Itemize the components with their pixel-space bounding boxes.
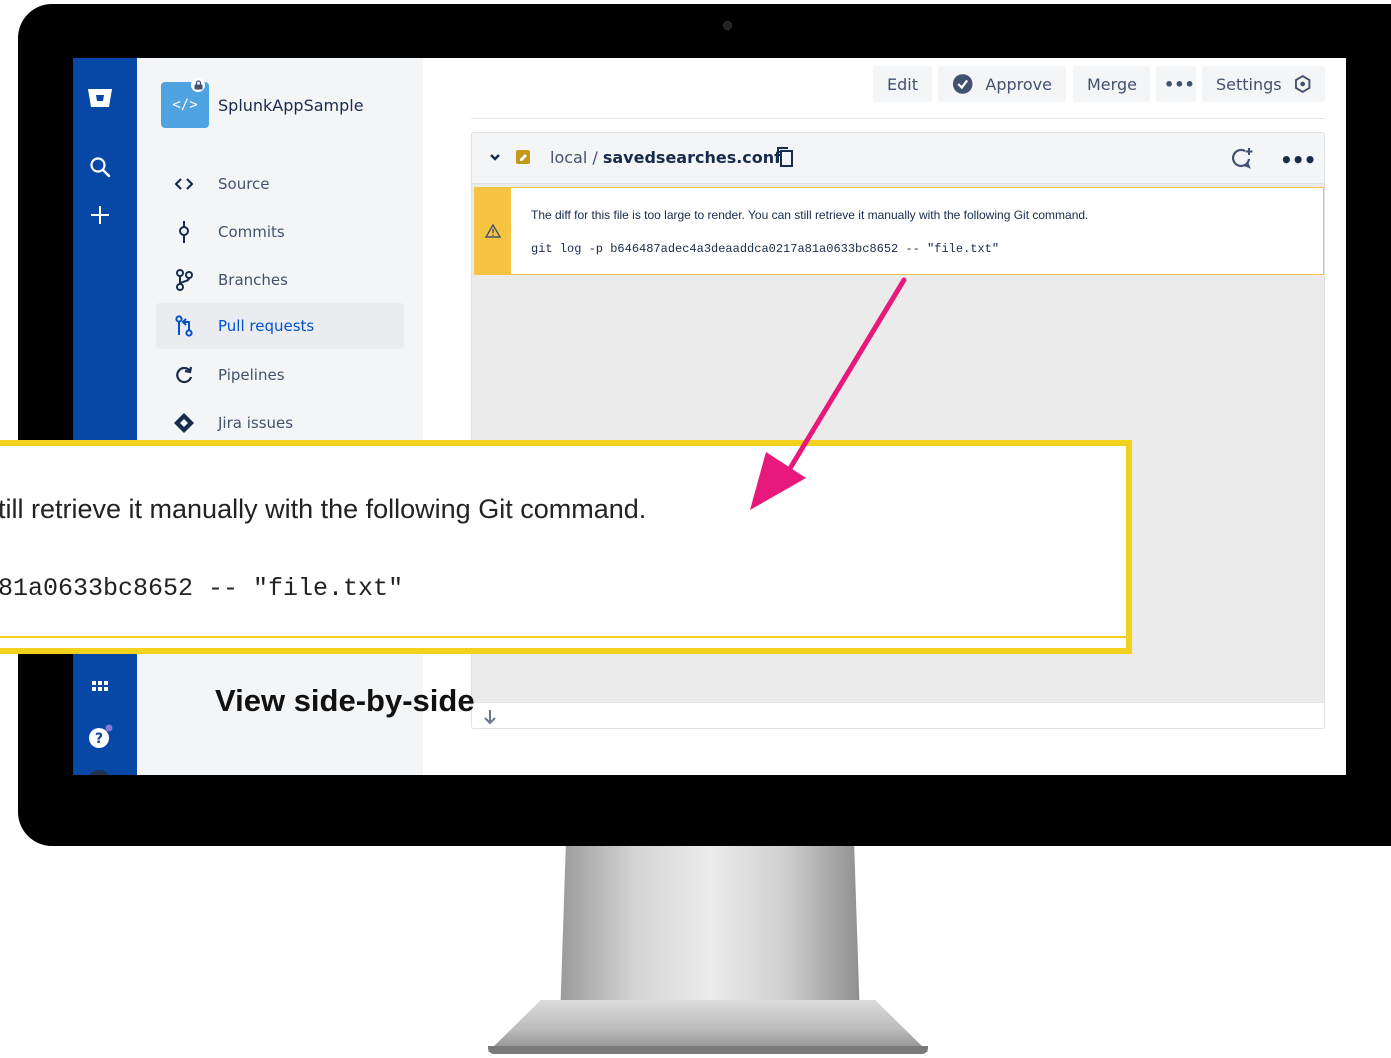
main-content: Edit Approve Merge ••• Settings local / … [423,58,1346,775]
large-diff-warning: The diff for this file is too large to r… [474,187,1324,275]
create-plus-icon[interactable] [85,200,115,230]
sidebar-item-label: Commits [218,223,285,241]
bitbucket-logo-icon[interactable] [87,88,113,108]
edit-label: Edit [887,74,918,94]
more-actions-button[interactable]: ••• [1156,66,1196,102]
project-sidebar: </> SplunkAppSample Source Commits Branc… [137,58,424,775]
gear-icon [1294,75,1310,93]
code-icon [172,172,196,196]
zoom-message: till retrieve it manually with the follo… [0,494,647,524]
help-icon[interactable]: ? [85,722,115,752]
approve-label: Approve [985,74,1052,94]
global-nav: ? [73,58,137,775]
file-footer [472,702,1324,728]
search-icon[interactable] [85,152,115,182]
check-circle-icon [952,74,973,94]
expand-arrow-icon[interactable] [482,709,498,725]
warning-bar [475,188,511,274]
file-path[interactable]: local / savedsearches.conf [550,148,781,167]
warning-icon [485,224,501,238]
zoom-callout: till retrieve it manually with the follo… [0,440,1132,654]
approve-button[interactable]: Approve [938,66,1066,102]
file-name: savedsearches.conf [602,148,782,167]
branch-icon [172,268,196,292]
file-path-separator: / [592,148,598,167]
sidebar-item-label: Source [218,175,270,193]
lock-icon [191,78,205,92]
toolbar-divider [471,118,1325,119]
more-icon: ••• [1164,74,1195,94]
settings-button[interactable]: Settings [1202,66,1325,102]
sidebar-item-label: Jira issues [218,414,294,432]
screen: ? </> SplunkAppSample Source Commits Bra… [73,58,1346,775]
repo-name[interactable]: SplunkAppSample [218,96,364,115]
sidebar-item-pull-requests[interactable]: Pull requests [156,303,404,349]
app-switcher-icon[interactable] [85,674,115,704]
jira-icon [172,411,196,435]
monitor-stand-base [488,1000,928,1052]
sidebar-item-commits[interactable]: Commits [156,209,404,255]
merge-button[interactable]: Merge [1073,66,1150,102]
zoom-command: 81a0633bc8652 -- "file.txt" [0,574,404,603]
user-avatar[interactable] [87,770,111,775]
copy-icon[interactable] [776,146,794,168]
commit-icon [172,220,196,244]
camera-icon [723,21,732,30]
svg-text:?: ? [95,731,103,747]
side-by-side-caption: View side-by-side [215,683,475,718]
sidebar-item-label: Branches [218,271,288,289]
merge-label: Merge [1087,74,1137,94]
chevron-down-icon[interactable] [488,150,502,164]
warning-message: The diff for this file is too large to r… [531,208,1089,222]
sidebar-item-branches[interactable]: Branches [156,257,404,303]
file-folder: local [550,148,588,167]
sidebar-item-source[interactable]: Source [156,161,404,207]
monitor-stand-edge [488,1046,928,1054]
pipelines-icon [172,363,196,387]
sidebar-item-label: Pull requests [218,317,315,335]
file-more-button[interactable]: ••• [1280,148,1316,172]
pull-request-icon [172,314,196,338]
git-command[interactable]: git log -p b646487adec4a3deaaddca0217a81… [531,242,999,256]
monitor-stand-neck [560,840,860,1020]
sidebar-item-pipelines[interactable]: Pipelines [156,352,404,398]
sidebar-item-label: Pipelines [218,366,285,384]
add-comment-icon[interactable] [1230,146,1254,170]
zoom-divider [0,636,1126,638]
repo-avatar-glyph: </> [172,97,198,113]
modified-file-icon [516,150,530,164]
file-header: local / savedsearches.conf ••• [472,133,1324,184]
edit-button[interactable]: Edit [873,66,932,102]
settings-label: Settings [1216,74,1282,94]
